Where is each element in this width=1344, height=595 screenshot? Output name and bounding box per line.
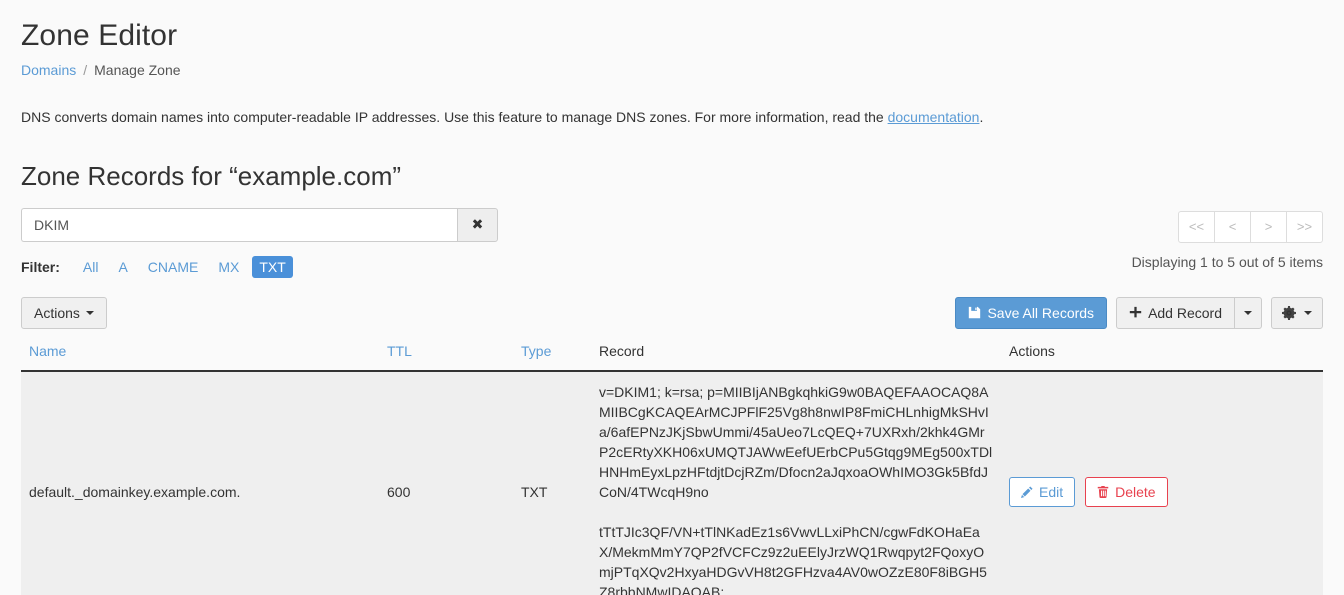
gear-icon <box>1282 305 1296 320</box>
pencil-icon <box>1021 486 1033 498</box>
search-area: ✖ Filter: All A CNAME MX TXT <box>21 207 499 278</box>
chevron-down-icon <box>1304 310 1312 315</box>
edit-record-label: Edit <box>1039 483 1064 500</box>
records-toolbar: Actions Save All Records Add Record <box>21 296 1323 329</box>
intro-text-after: . <box>979 109 984 125</box>
add-record-button[interactable]: Add Record <box>1116 296 1235 329</box>
edit-record-button[interactable]: Edit <box>1009 476 1076 507</box>
pagination-prev-button[interactable]: < <box>1214 210 1251 243</box>
actions-dropdown-button[interactable]: Actions <box>21 296 107 329</box>
filter-item-mx[interactable]: MX <box>211 256 246 278</box>
intro-text: DNS converts domain names into computer-… <box>21 107 1323 127</box>
filter-item-cname[interactable]: CNAME <box>141 256 206 278</box>
delete-record-label: Delete <box>1115 483 1156 500</box>
cell-row-actions: Edit Delete <box>1001 370 1323 595</box>
breadcrumb-link-domains[interactable]: Domains <box>21 61 76 79</box>
row-actions-group: Edit Delete <box>1009 476 1315 507</box>
toolbar-right-group: Save All Records Add Record <box>955 296 1323 329</box>
records-table-wrapper: Name TTL Type Record Actions default._do… <box>21 342 1323 595</box>
chevron-down-icon <box>1244 310 1252 315</box>
breadcrumb-separator: / <box>83 62 88 78</box>
page-title: Zone Editor <box>21 19 178 52</box>
intro-text-before: DNS converts domain names into computer-… <box>21 109 888 125</box>
documentation-link[interactable]: documentation <box>888 109 980 125</box>
column-header-ttl[interactable]: TTL <box>379 342 513 372</box>
pagination-next-button[interactable]: > <box>1250 210 1287 243</box>
pagination-controls: << < > >> <box>1132 210 1323 243</box>
search-and-pagination-row: ✖ Filter: All A CNAME MX TXT << < > >> D… <box>21 207 1323 278</box>
column-header-name[interactable]: Name <box>21 342 379 372</box>
floppy-disk-icon <box>968 306 981 319</box>
pagination-area: << < > >> Displaying 1 to 5 out of 5 ite… <box>1132 208 1323 271</box>
records-table: Name TTL Type Record Actions default._do… <box>21 342 1323 595</box>
settings-dropdown-button[interactable] <box>1271 296 1323 329</box>
add-record-dropdown-toggle[interactable] <box>1234 296 1262 329</box>
plus-icon <box>1129 306 1142 319</box>
filter-item-all[interactable]: All <box>76 256 106 278</box>
record-value-part-1: v=DKIM1; k=rsa; p=MIIBIjANBgkqhkiG9w0BAQ… <box>599 383 993 500</box>
save-all-records-label: Save All Records <box>987 304 1095 321</box>
chevron-down-icon <box>85 310 94 315</box>
cell-record-value: v=DKIM1; k=rsa; p=MIIBIjANBgkqhkiG9w0BAQ… <box>591 370 1001 595</box>
filter-label: Filter: <box>21 258 60 275</box>
clear-search-button[interactable]: ✖ <box>457 207 498 242</box>
cell-record-name: default._domainkey.example.com. <box>21 370 379 595</box>
pagination-status: Displaying 1 to 5 out of 5 items <box>1131 253 1323 270</box>
breadcrumb-item-current: Manage Zone <box>94 62 181 78</box>
delete-record-button[interactable]: Delete <box>1085 476 1168 507</box>
column-header-record: Record <box>591 342 1001 372</box>
add-record-split-button: Add Record <box>1116 296 1262 329</box>
filter-item-a[interactable]: A <box>111 256 134 278</box>
filter-item-txt[interactable]: TXT <box>252 255 293 278</box>
cell-record-type: TXT <box>513 370 591 595</box>
search-input[interactable] <box>21 207 457 242</box>
breadcrumb-item-domains[interactable]: Domains <box>21 61 76 79</box>
trash-icon <box>1097 485 1109 498</box>
search-input-group: ✖ <box>21 207 498 242</box>
add-record-label: Add Record <box>1148 304 1222 321</box>
breadcrumb: Domains / Manage Zone <box>21 61 1323 79</box>
table-header-row: Name TTL Type Record Actions <box>21 342 1323 372</box>
zone-records-title: Zone Records for “example.com” <box>21 161 402 191</box>
zone-editor-page: Zone Editor Domains / Manage Zone DNS co… <box>0 0 1344 595</box>
filter-row: Filter: All A CNAME MX TXT <box>21 255 499 278</box>
pagination-first-button[interactable]: << <box>1178 210 1215 243</box>
cell-record-ttl: 600 <box>379 370 513 595</box>
table-row: default._domainkey.example.com. 600 TXT … <box>21 370 1323 595</box>
pagination-last-button[interactable]: >> <box>1286 210 1323 243</box>
actions-dropdown-label: Actions <box>34 304 80 321</box>
save-all-records-button[interactable]: Save All Records <box>955 296 1108 329</box>
column-header-actions: Actions <box>1001 342 1323 372</box>
record-value-part-2: tTtTJIc3QF/VN+tTlNKadEz1s6VwvLLxiPhCN/cg… <box>599 523 987 595</box>
column-header-type[interactable]: Type <box>513 342 591 372</box>
